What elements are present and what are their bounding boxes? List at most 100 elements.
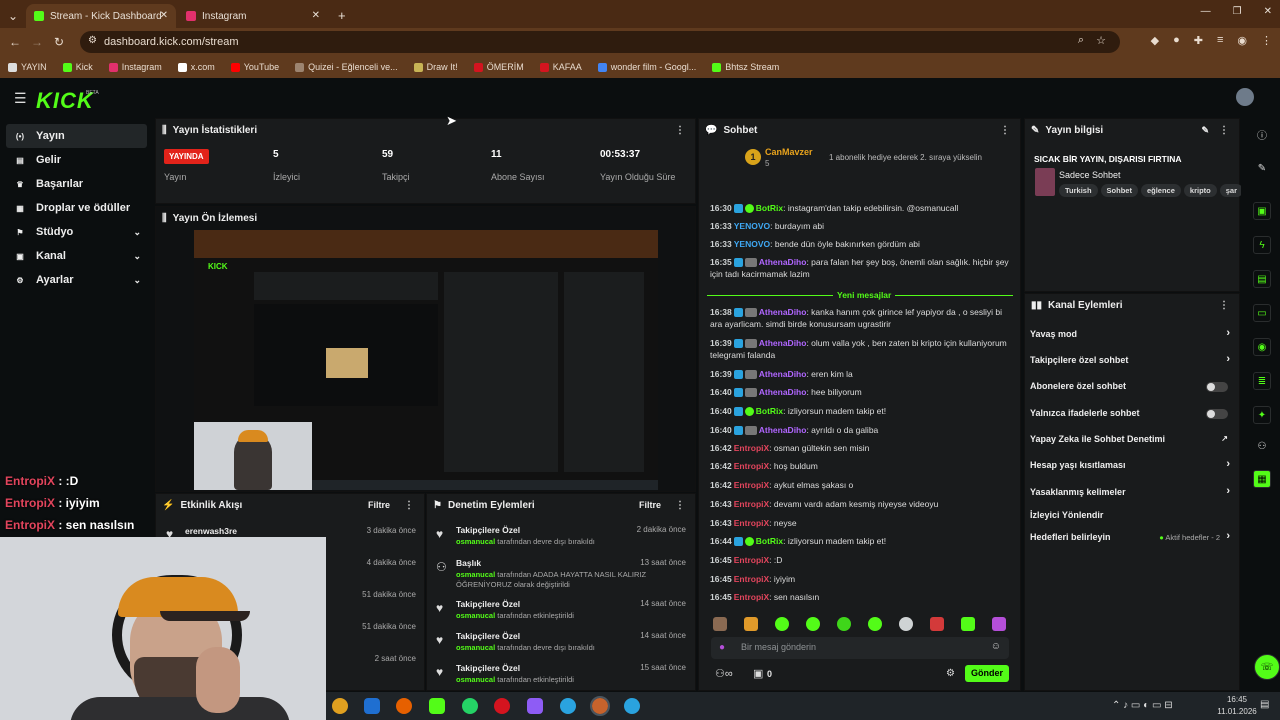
forward-icon[interactable]: →: [26, 35, 48, 49]
emote-icon[interactable]: [930, 617, 944, 631]
sidebar-item-droplar-ve-ödüller[interactable]: ▦ Droplar ve ödüller: [0, 196, 155, 220]
chevron-down-icon[interactable]: ⌄: [133, 275, 141, 286]
chat-settings-icon[interactable]: ⚙: [946, 668, 955, 679]
stream-tag[interactable]: Sohbet: [1100, 184, 1138, 197]
calculator-icon[interactable]: ▦: [1253, 470, 1271, 488]
close-tab-icon[interactable]: ✕: [312, 10, 320, 21]
bookmark-item[interactable]: YouTube: [230, 62, 279, 72]
more-options-icon[interactable]: ⋮: [675, 500, 685, 511]
chat-username[interactable]: AthenaDiho: [759, 257, 807, 267]
tab-instagram[interactable]: Instagram ✕: [178, 4, 328, 28]
edit-icon[interactable]: ✎: [1201, 125, 1209, 136]
emote-icon[interactable]: [961, 617, 975, 631]
toggle-switch[interactable]: [1206, 409, 1228, 419]
menu-icon[interactable]: ⋮: [1261, 34, 1272, 47]
users-icon[interactable]: ⚇: [1253, 438, 1271, 456]
bookmark-item[interactable]: Instagram: [108, 62, 162, 72]
more-options-icon[interactable]: ⋮: [675, 125, 685, 136]
channel-action-4[interactable]: Yapay Zeka ile Sohbet Denetimi ↗: [1030, 434, 1234, 448]
maximize-icon[interactable]: ❐: [1233, 6, 1242, 17]
bookmark-item[interactable]: Bhtsz Stream: [712, 62, 779, 72]
bookmark-item[interactable]: wonder film - Googl...: [597, 62, 696, 72]
chat-username[interactable]: AthenaDiho: [759, 425, 807, 435]
chat-username[interactable]: EntropiX: [734, 574, 769, 584]
external-link-icon[interactable]: ↗: [1221, 434, 1228, 443]
zoom-icon[interactable]: ⌕: [1078, 34, 1084, 47]
clock-date[interactable]: 11.01.2026: [1212, 707, 1262, 716]
bookmark-item[interactable]: x.com: [177, 62, 215, 72]
notification-icon[interactable]: ▤: [1260, 699, 1269, 710]
document-icon[interactable]: ▤: [1253, 270, 1271, 288]
chat-username[interactable]: AthenaDiho: [759, 338, 807, 348]
sidebar-item-gelir[interactable]: ▤ Gelir: [0, 148, 155, 172]
list-icon[interactable]: ≣: [1253, 372, 1271, 390]
toggle-switch[interactable]: [1206, 382, 1228, 392]
chevron-right-icon[interactable]: ›: [1226, 485, 1230, 497]
channel-action-5[interactable]: Hesap yaşı kısıtlaması ›: [1030, 458, 1234, 474]
chat-username[interactable]: AthenaDiho: [759, 369, 807, 379]
send-button[interactable]: Gönder: [965, 665, 1009, 682]
sidebar-item-kanal[interactable]: ▣ Kanal ⌄: [0, 244, 155, 268]
chevron-down-icon[interactable]: ⌄: [133, 251, 141, 262]
lightning-icon[interactable]: ϟ: [1253, 236, 1271, 254]
reload-icon[interactable]: ↻: [48, 35, 70, 49]
more-options-icon[interactable]: ⋮: [1219, 300, 1229, 311]
chat-username[interactable]: YENOVO: [734, 221, 770, 231]
sidebar-item-ayarlar[interactable]: ⚙ Ayarlar ⌄: [0, 268, 155, 292]
chrome-active-icon[interactable]: [590, 696, 610, 716]
chat-username[interactable]: EntropiX: [734, 592, 769, 602]
stream-tag[interactable]: eğlence: [1140, 184, 1181, 197]
wrench-icon[interactable]: ✦: [1253, 406, 1271, 424]
bookmark-item[interactable]: KAFAA: [539, 62, 582, 72]
emoji-picker-icon[interactable]: ☺: [991, 641, 1001, 652]
channel-action-6[interactable]: Yasaklanmış kelimeler ›: [1030, 485, 1234, 501]
close-tab-icon[interactable]: ✕: [160, 10, 168, 21]
stream-tag[interactable]: Turkish: [1059, 184, 1098, 197]
more-options-icon[interactable]: ⋮: [1000, 125, 1010, 136]
emote-icon[interactable]: [775, 617, 789, 631]
chat-username[interactable]: YENOVO: [734, 239, 770, 249]
back-icon[interactable]: ←: [4, 35, 26, 49]
chat-input[interactable]: ● Bir mesaj gönderin ☺: [711, 637, 1009, 659]
emote-icon[interactable]: [899, 617, 913, 631]
chevron-right-icon[interactable]: ›: [1226, 327, 1230, 339]
info-icon[interactable]: ⓘ: [1253, 128, 1271, 146]
channel-action-3[interactable]: Yalnızca ifadelerle sohbet: [1030, 408, 1234, 422]
stream-preview-video[interactable]: KICK: [194, 230, 658, 490]
telegram-desktop-icon[interactable]: [624, 698, 640, 714]
emote-icon[interactable]: [837, 617, 851, 631]
filter-button[interactable]: Filtre: [368, 500, 390, 510]
extensions-puzzle-icon[interactable]: ✚: [1194, 34, 1203, 47]
discord-icon[interactable]: [527, 698, 543, 714]
chat-username[interactable]: EntropiX: [734, 461, 769, 471]
chat-username[interactable]: BotRix: [756, 203, 783, 213]
chrome-icon[interactable]: [332, 698, 348, 714]
minimize-icon[interactable]: —: [1201, 6, 1211, 17]
media-icon[interactable]: ≡: [1217, 34, 1223, 47]
emote-icon[interactable]: [713, 617, 727, 631]
channel-action-0[interactable]: Yavaş mod ›: [1030, 327, 1234, 343]
chat-bubble-icon[interactable]: ▭: [1253, 304, 1271, 322]
chat-username[interactable]: BotRix: [756, 536, 783, 546]
address-bar[interactable]: ⚙ dashboard.kick.com/stream ⌕ ☆: [80, 31, 1120, 53]
mic-icon[interactable]: ●: [719, 642, 725, 653]
pen-icon[interactable]: ✎: [1253, 160, 1271, 178]
sidebar-item-yayın[interactable]: (•) Yayın: [6, 124, 147, 148]
chevron-right-icon[interactable]: ›: [1226, 353, 1230, 365]
tab-search-icon[interactable]: ⌄: [2, 9, 24, 23]
site-info-icon[interactable]: ⚙: [88, 35, 97, 46]
bookmark-item[interactable]: Kick: [62, 62, 93, 72]
telegram-icon[interactable]: [560, 698, 576, 714]
profile-avatar-icon[interactable]: ◉: [1237, 34, 1247, 47]
tray-icons[interactable]: ⌃ ♪ ▭ ◐ ▭ ⊟: [1112, 700, 1173, 711]
chat-username[interactable]: AthenaDiho: [759, 307, 807, 317]
filter-button[interactable]: Filtre: [639, 500, 661, 510]
channel-action-8[interactable]: Hedefleri belirleyin › ● Aktif hedefler - …: [1030, 530, 1234, 546]
stream-tag[interactable]: kripto: [1183, 184, 1217, 197]
chat-username[interactable]: EntropiX: [734, 555, 769, 565]
hamburger-menu-icon[interactable]: ☰: [14, 90, 27, 107]
emote-icon[interactable]: [992, 617, 1006, 631]
sidebar-item-başarılar[interactable]: ♛ Başarılar: [0, 172, 155, 196]
chat-username[interactable]: BotRix: [756, 406, 783, 416]
user-avatar[interactable]: [1236, 88, 1254, 106]
